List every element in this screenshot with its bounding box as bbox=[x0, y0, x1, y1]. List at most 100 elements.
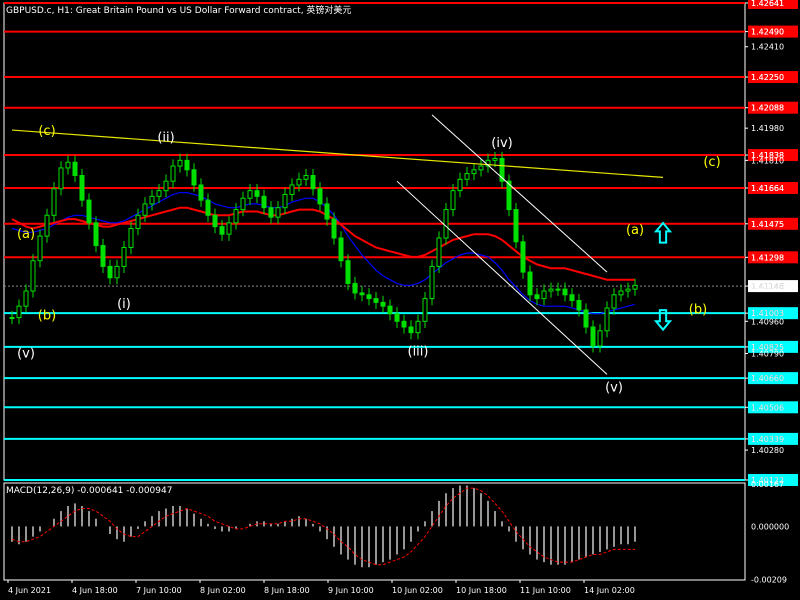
price-tick-label: 1.40506 bbox=[751, 403, 784, 412]
up-arrow-icon bbox=[653, 221, 673, 244]
candle-body bbox=[254, 190, 260, 197]
candle-body bbox=[240, 197, 246, 211]
candle-body bbox=[184, 159, 190, 171]
candle-body bbox=[625, 288, 631, 292]
candle-body bbox=[478, 165, 484, 171]
candle-body bbox=[212, 214, 218, 228]
candle-body bbox=[471, 169, 477, 175]
candle-body bbox=[562, 288, 568, 296]
wave-label: (c) bbox=[38, 124, 55, 139]
candle-body bbox=[30, 260, 36, 292]
wave-label: (v) bbox=[605, 380, 623, 395]
candle-body bbox=[555, 288, 561, 291]
time-tick-label: 10 Jun 02:00 bbox=[392, 586, 443, 595]
candle-body bbox=[205, 199, 211, 216]
candle-body bbox=[198, 184, 204, 201]
macd-label: MACD(12,26,9) -0.000641 -0.000947 bbox=[6, 486, 172, 496]
wave-label: (i) bbox=[117, 297, 131, 312]
macd-window-frame bbox=[3, 482, 746, 581]
price-tick-label: 1.41980 bbox=[751, 124, 784, 133]
candle-body bbox=[128, 228, 134, 248]
time-tick-label: 4 Jun 18:00 bbox=[72, 586, 118, 595]
candle-body bbox=[387, 305, 393, 315]
candle-body bbox=[170, 165, 176, 182]
candle-body bbox=[275, 207, 281, 218]
price-tick-label: 1.41664 bbox=[751, 184, 784, 193]
candle-body bbox=[44, 214, 50, 237]
candle-body bbox=[450, 190, 456, 211]
candle-body bbox=[338, 237, 344, 262]
candle-body bbox=[191, 169, 197, 186]
candle-body bbox=[331, 218, 337, 239]
candle-body bbox=[107, 265, 113, 279]
candle-body bbox=[226, 222, 232, 235]
time-tick-label: 11 Jun 10:00 bbox=[520, 586, 571, 595]
candle-body bbox=[548, 288, 554, 292]
candle-body bbox=[597, 330, 603, 347]
price-tick-label: 1.40790 bbox=[751, 350, 784, 359]
wave-label: (v) bbox=[17, 346, 35, 361]
channel-upper-line bbox=[431, 114, 608, 273]
macd-tick-label: 0.00167 bbox=[751, 480, 784, 489]
candle-body bbox=[233, 209, 239, 224]
time-tick-label: 14 Jun 02:00 bbox=[584, 586, 635, 595]
macd-tick-label: 0.000000 bbox=[751, 522, 789, 531]
red-moving-average-line bbox=[11, 206, 635, 281]
candle-body bbox=[72, 161, 78, 177]
candle-body bbox=[583, 309, 589, 328]
candle-body bbox=[464, 173, 470, 180]
level-lines-layer: 1.426411.424901.422501.420881.418381.416… bbox=[4, 0, 798, 486]
time-axis: 4 Jun 2021 4 Jun 18:00 7 Jun 10:00 8 Jun 02… bbox=[7, 580, 635, 595]
candle-body bbox=[282, 193, 288, 209]
candle-body bbox=[121, 246, 127, 267]
candle-body bbox=[163, 180, 169, 192]
macd-signal-line bbox=[11, 487, 635, 566]
candle-body bbox=[114, 265, 120, 279]
candle-body bbox=[135, 214, 141, 230]
price-chart[interactable]: 1.426411.424901.422501.420881.418381.416… bbox=[0, 0, 800, 600]
price-axis: 1.42641 1.42490 1.42410 1.42250 1.42088 1.419… bbox=[745, 0, 789, 585]
candle-body bbox=[611, 294, 617, 309]
candle-body bbox=[156, 190, 162, 197]
candle-body bbox=[289, 184, 295, 195]
candle-body bbox=[373, 298, 379, 303]
wave-label: (c) bbox=[703, 155, 720, 170]
wave-label: (iv) bbox=[491, 136, 512, 151]
candle-body bbox=[513, 209, 519, 243]
candle-body bbox=[268, 207, 274, 218]
price-tick-label: 1.42410 bbox=[751, 43, 784, 52]
candles-layer bbox=[9, 151, 638, 353]
candle-body bbox=[303, 175, 309, 180]
candle-body bbox=[86, 199, 92, 224]
candle-body bbox=[527, 271, 533, 296]
macd-tick-label: -0.00209 bbox=[751, 576, 787, 585]
candle-body bbox=[422, 298, 428, 322]
candle-body bbox=[296, 178, 302, 186]
candle-body bbox=[142, 203, 148, 216]
candle-body bbox=[149, 195, 155, 205]
price-tick-label: 1.41810 bbox=[751, 156, 784, 165]
price-tick-label: 1.41146 bbox=[751, 282, 784, 291]
chart-title: GBPUSD.c, H1: Great Britain Pound vs US … bbox=[6, 4, 351, 16]
candle-body bbox=[16, 305, 22, 319]
price-tick-label: 1.42250 bbox=[751, 73, 784, 82]
candle-body bbox=[457, 178, 463, 192]
time-tick-label: 9 Jun 10:00 bbox=[328, 586, 374, 595]
candle-body bbox=[310, 175, 316, 190]
candle-body bbox=[534, 294, 540, 300]
time-tick-label: 8 Jun 18:00 bbox=[264, 586, 310, 595]
candle-body bbox=[604, 307, 610, 332]
candle-body bbox=[93, 222, 99, 247]
candle-body bbox=[9, 317, 15, 320]
candle-body bbox=[415, 320, 421, 334]
candle-body bbox=[380, 301, 386, 307]
candle-body bbox=[352, 282, 358, 294]
candle-body bbox=[632, 284, 638, 290]
candle-body bbox=[408, 326, 414, 334]
candle-body bbox=[520, 241, 526, 273]
candle-body bbox=[401, 320, 407, 328]
candle-body bbox=[394, 313, 400, 322]
time-tick-label: 7 Jun 10:00 bbox=[136, 586, 182, 595]
candle-body bbox=[51, 188, 57, 216]
candle-body bbox=[79, 175, 85, 201]
